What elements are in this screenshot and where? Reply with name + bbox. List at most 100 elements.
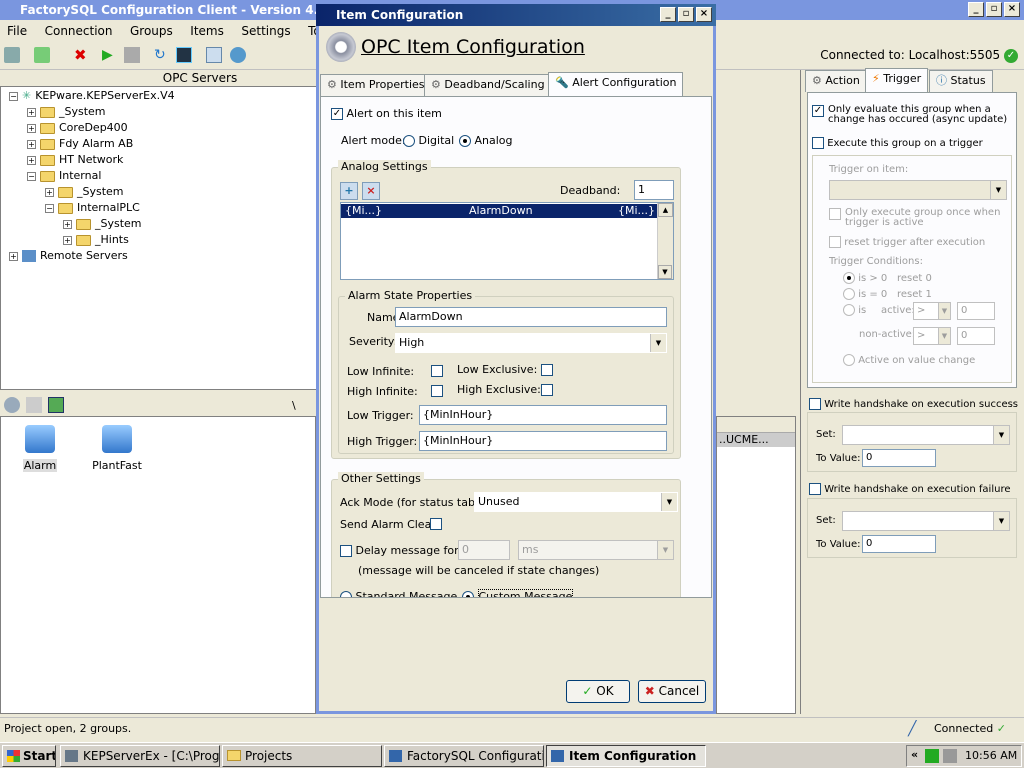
- tab-status[interactable]: ⓘ Status: [929, 70, 993, 92]
- add-item-icon[interactable]: [34, 47, 50, 63]
- custom-message-radio[interactable]: [462, 591, 474, 597]
- tree-node-internal[interactable]: − Internal: [27, 168, 101, 184]
- network-tray-icon[interactable]: [943, 749, 957, 763]
- low-trigger-input[interactable]: {MinInHour}: [419, 405, 667, 425]
- folder-up-icon[interactable]: [26, 397, 42, 413]
- tree-node-plc-hints[interactable]: + _Hints: [63, 232, 129, 248]
- refresh-icon[interactable]: ↻: [154, 47, 170, 63]
- item-alarm[interactable]: Alarm: [23, 425, 57, 472]
- standard-message-row[interactable]: Standard Message: [340, 590, 457, 597]
- dialog-maximize-button[interactable]: ▫: [678, 7, 694, 22]
- tree-node-remote[interactable]: + Remote Servers: [9, 248, 128, 264]
- only-execute-once-checkbox[interactable]: [829, 208, 841, 220]
- help-icon[interactable]: [230, 47, 246, 63]
- add-state-icon[interactable]: +: [340, 182, 358, 200]
- active-op-select[interactable]: > ▼: [913, 302, 951, 320]
- tree-node-root[interactable]: − ✳ KEPware.KEPServerEx.V4: [9, 88, 175, 104]
- cond-is-row[interactable]: is: [843, 304, 866, 316]
- ack-mode-select[interactable]: Unused ▼: [474, 492, 678, 512]
- cond-eq0-radio[interactable]: [843, 288, 855, 300]
- menu-groups[interactable]: Groups: [123, 21, 180, 41]
- monitor-icon[interactable]: [176, 47, 192, 63]
- close-button[interactable]: ×: [1004, 2, 1020, 17]
- high-trigger-input[interactable]: {MinInHour}: [419, 431, 667, 451]
- write-success-checkbox[interactable]: [809, 398, 821, 410]
- tray-expand-icon[interactable]: «: [911, 748, 918, 761]
- low-exclusive-checkbox[interactable]: [541, 364, 553, 376]
- play-icon[interactable]: ▶: [102, 47, 118, 63]
- high-exclusive-checkbox[interactable]: [541, 384, 553, 396]
- task-kepserver[interactable]: KEPServerEx - [C:\Progr...: [60, 745, 220, 767]
- only-evaluate-checkbox[interactable]: ✓: [812, 105, 824, 117]
- alert-on-item-checkbox[interactable]: ✓: [331, 108, 343, 120]
- new-group-icon[interactable]: [4, 47, 20, 63]
- delay-unit-select[interactable]: ms ▼: [518, 540, 674, 560]
- remove-state-icon[interactable]: ×: [362, 182, 380, 200]
- tree-node-plc-system[interactable]: + _System: [63, 216, 142, 232]
- only-execute-once-row[interactable]: Only execute group once when trigger is …: [829, 208, 1009, 228]
- start-button[interactable]: Start: [2, 745, 56, 767]
- reset-trigger-row[interactable]: reset trigger after execution: [829, 236, 985, 248]
- nonactive-value-input[interactable]: 0: [957, 327, 995, 345]
- tab-trigger[interactable]: ⚡ Trigger: [865, 68, 929, 92]
- deadband-input[interactable]: 1: [634, 180, 674, 200]
- maximize-button[interactable]: ▫: [986, 2, 1002, 17]
- active-on-change-row[interactable]: Active on value change: [843, 354, 975, 366]
- item-plantfast[interactable]: PlantFast: [87, 425, 147, 472]
- menu-file[interactable]: File: [0, 21, 34, 41]
- delete-icon[interactable]: ✖: [74, 47, 90, 63]
- tree-node-coredep[interactable]: + CoreDep400: [27, 120, 128, 136]
- cond-gt0-row[interactable]: is > 0: [843, 272, 887, 284]
- only-evaluate-row[interactable]: ✓ Only evaluate this group when a change…: [812, 105, 1012, 125]
- to-value-success-input[interactable]: 0: [862, 449, 936, 467]
- alert-mode-digital[interactable]: Digital: [403, 134, 454, 147]
- high-infinite-checkbox[interactable]: [431, 385, 443, 397]
- write-failure-checkbox[interactable]: [809, 483, 821, 495]
- tab-deadband-scaling[interactable]: ⚙ Deadband/Scaling: [424, 74, 552, 96]
- set-failure-select[interactable]: ▼: [842, 511, 1010, 531]
- stop-icon[interactable]: [124, 47, 140, 63]
- tree-node-system[interactable]: + _System: [27, 104, 106, 120]
- tree-node-internalplc[interactable]: − InternalPLC: [45, 200, 140, 216]
- list-row-alarmdown[interactable]: {Mi...} AlarmDown {Mi...}: [341, 204, 657, 218]
- menu-connection[interactable]: Connection: [38, 21, 120, 41]
- tab-alert-configuration[interactable]: 🔦 Alert Configuration: [548, 72, 684, 96]
- tab-action[interactable]: ⚙ Action: [805, 70, 867, 92]
- digital-radio[interactable]: [403, 135, 415, 147]
- nonactive-op-select[interactable]: > ▼: [913, 327, 951, 345]
- menu-items[interactable]: Items: [183, 21, 231, 41]
- menu-settings[interactable]: Settings: [234, 21, 297, 41]
- dialog-close-button[interactable]: ×: [696, 7, 712, 22]
- write-failure-row[interactable]: Write handshake on execution failure: [809, 483, 1011, 495]
- send-alarm-clear-checkbox[interactable]: [430, 518, 442, 530]
- set-success-select[interactable]: ▼: [842, 425, 1010, 445]
- low-infinite-checkbox[interactable]: [431, 365, 443, 377]
- delay-message-row[interactable]: Delay message for:: [340, 544, 462, 557]
- standard-message-radio[interactable]: [340, 591, 352, 597]
- execute-trigger-checkbox[interactable]: [812, 137, 824, 149]
- write-success-row[interactable]: Write handshake on execution success: [809, 398, 1018, 410]
- tab-item-properties[interactable]: ⚙ Item Properties: [320, 74, 432, 96]
- minimize-button[interactable]: _: [968, 2, 984, 17]
- reset-trigger-checkbox[interactable]: [829, 236, 841, 248]
- list-scrollbar[interactable]: ▲ ▼: [657, 203, 673, 279]
- dialog-minimize-button[interactable]: _: [660, 7, 676, 22]
- active-on-change-radio[interactable]: [843, 354, 855, 366]
- cond-eq0-row[interactable]: is = 0: [843, 288, 887, 300]
- execute-on-trigger-row[interactable]: Execute this group on a trigger: [812, 137, 983, 149]
- task-projects[interactable]: Projects: [222, 745, 382, 767]
- delay-input[interactable]: 0: [458, 540, 510, 560]
- custom-message-row[interactable]: Custom Message: [462, 589, 574, 597]
- cond-gt0-radio[interactable]: [843, 272, 855, 284]
- tree-node-internal-system[interactable]: + _System: [45, 184, 124, 200]
- tree-node-fdy[interactable]: + Fdy Alarm AB: [27, 136, 133, 152]
- severity-select[interactable]: High ▼: [395, 333, 667, 353]
- cancel-button[interactable]: ✖ Cancel: [638, 680, 706, 703]
- home-icon[interactable]: [4, 397, 20, 413]
- delay-message-checkbox[interactable]: [340, 545, 352, 557]
- task-factorysql[interactable]: FactorySQL Configuratio...: [384, 745, 544, 767]
- tray-app-icon[interactable]: [925, 749, 939, 763]
- analog-radio[interactable]: [459, 135, 471, 147]
- alert-mode-analog[interactable]: Analog: [459, 134, 513, 147]
- alert-on-item-row[interactable]: ✓ Alert on this item: [331, 107, 442, 120]
